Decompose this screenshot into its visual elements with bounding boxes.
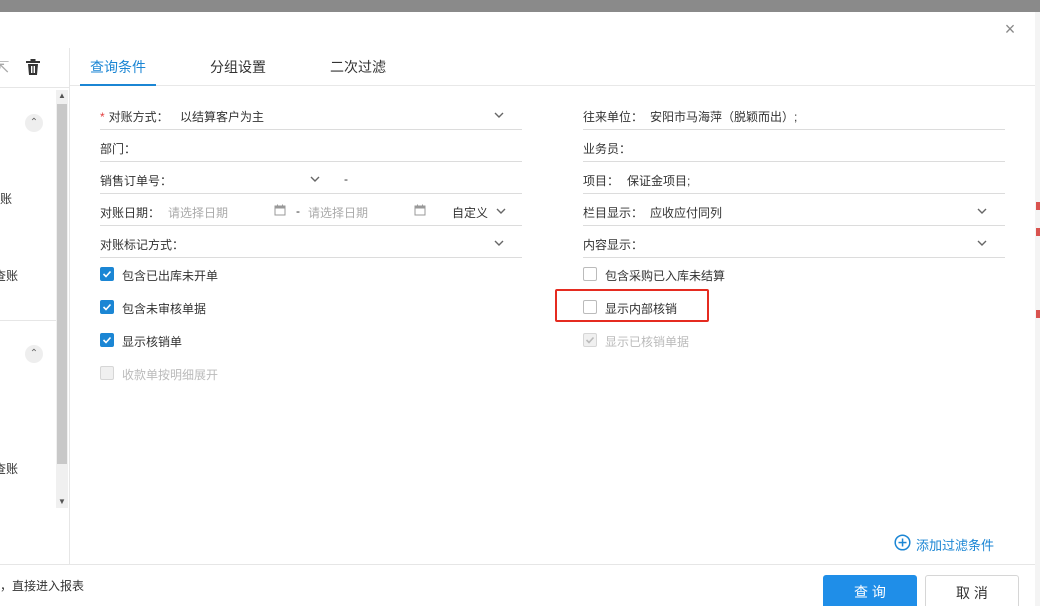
checkbox-label: 包含已出库未开单 — [122, 269, 219, 283]
plus-circle-icon[interactable] — [894, 534, 911, 551]
background-app-edge — [1035, 12, 1040, 606]
collapse-group-button[interactable]: ⌃ — [25, 345, 43, 363]
checkbox-label: 显示核销单 — [122, 335, 183, 349]
chevron-down-icon[interactable] — [977, 206, 987, 216]
checkbox-include-purchased-unsettled[interactable]: 包含采购已入库未结算 — [583, 266, 803, 284]
sales-order-separator: - — [344, 172, 348, 186]
start-date-input[interactable]: 请选择日期 — [168, 204, 228, 221]
salesperson-field[interactable]: 业务员： — [583, 134, 1005, 162]
checkbox-label: 收款单按明细展开 — [122, 368, 219, 382]
scheme-item[interactable]: 查账 — [0, 460, 18, 477]
chevron-down-icon[interactable] — [310, 174, 320, 184]
checkbox-include-unaudited[interactable]: 包含未审核单据 — [100, 299, 300, 317]
footer-note: ，直接进入报表 — [0, 579, 85, 593]
reconcile-method-label-text: 对账方式： — [108, 110, 169, 124]
scroll-up-icon[interactable]: ▲ — [56, 90, 68, 102]
dialog-footer: ，直接进入报表 查 询 取 消 — [0, 564, 1035, 606]
sidebar-toolbar: ⇱ — [0, 48, 70, 88]
reconcile-method-value: 以结算客户为主 — [180, 110, 265, 124]
chevron-down-icon[interactable] — [494, 110, 504, 120]
reconcile-method-label: * 对账方式： — [100, 108, 169, 125]
chevron-down-icon[interactable] — [494, 238, 504, 248]
department-label: 部门： — [100, 142, 137, 156]
chevron-down-icon[interactable] — [496, 206, 506, 216]
check-icon[interactable] — [100, 333, 114, 347]
scheme-sidebar: ⇱ ⌃ 账 查账 ⌃ 查账 ▲ ▼ — [0, 48, 70, 564]
check-icon[interactable] — [100, 267, 114, 281]
calendar-icon[interactable] — [274, 204, 286, 216]
chevron-down-icon[interactable] — [977, 238, 987, 248]
expand-icon[interactable]: ⇱ — [0, 58, 9, 77]
counterparty-label: 往来单位： — [583, 110, 644, 124]
sales-order-field[interactable]: 销售订单号： - — [100, 166, 522, 194]
mark-method-label: 对账标记方式： — [100, 238, 185, 252]
tab-bar: 查询条件 分组设置 二次过滤 — [70, 48, 1035, 86]
background-marker — [1036, 310, 1040, 318]
checkbox-label: 显示已核销单据 — [605, 335, 690, 349]
query-dialog: × ⇱ ⌃ 账 查账 ⌃ 查账 ▲ ▼ 查询条件 分组设置 二次过滤 * 对账方… — [0, 12, 1035, 606]
date-preset-select[interactable]: 自定义 — [452, 204, 488, 221]
background-marker — [1036, 202, 1040, 210]
sidebar-divider — [0, 320, 56, 321]
background-app-strip — [0, 0, 1040, 12]
end-date-input[interactable]: 请选择日期 — [308, 204, 368, 221]
checkbox-show-written-off-docs: 显示已核销单据 — [583, 332, 783, 350]
highlight-annotation — [555, 289, 709, 322]
sidebar-scrollbar[interactable]: ▲ ▼ — [56, 90, 68, 508]
required-mark: * — [100, 110, 105, 124]
checkbox-include-shipped-uninvoiced[interactable]: 包含已出库未开单 — [100, 266, 300, 284]
check-icon — [583, 333, 597, 347]
scrollbar-thumb[interactable] — [57, 104, 67, 464]
content-display-label: 内容显示： — [583, 238, 644, 252]
column-display-label: 栏目显示： — [583, 206, 644, 220]
sales-order-label: 销售订单号： — [100, 174, 173, 188]
close-icon[interactable]: × — [1001, 20, 1019, 38]
column-display-select[interactable]: 栏目显示： 应收应付同列 — [583, 198, 1005, 226]
query-button[interactable]: 查 询 — [823, 575, 917, 606]
mark-method-select[interactable]: 对账标记方式： — [100, 230, 522, 258]
checkbox-box[interactable] — [583, 267, 597, 281]
checkbox-label: 包含未审核单据 — [122, 302, 207, 316]
tab-secondary-filter[interactable]: 二次过滤 — [320, 48, 396, 86]
reconcile-date-field: 对账日期： 请选择日期 - 请选择日期 自定义 — [100, 198, 522, 226]
add-filter-label: 添加过滤条件 — [916, 538, 995, 553]
salesperson-label: 业务员： — [583, 142, 632, 156]
checkbox-label: 包含采购已入库未结算 — [605, 269, 726, 283]
trash-icon[interactable] — [24, 58, 42, 76]
content-display-select[interactable]: 内容显示： — [583, 230, 1005, 258]
calendar-icon[interactable] — [414, 204, 426, 216]
counterparty-field[interactable]: 往来单位： 安阳市马海萍（脱颖而出）; — [583, 102, 1005, 130]
cancel-button[interactable]: 取 消 — [925, 575, 1019, 606]
scheme-item[interactable]: 查账 — [0, 267, 18, 284]
column-display-value: 应收应付同列 — [650, 206, 723, 220]
tab-query-conditions[interactable]: 查询条件 — [80, 48, 156, 86]
checkbox-show-writeoff[interactable]: 显示核销单 — [100, 332, 300, 350]
reconcile-date-label: 对账日期： — [100, 206, 161, 220]
date-range-separator: - — [296, 204, 300, 218]
tab-group-settings[interactable]: 分组设置 — [200, 48, 276, 86]
department-select[interactable]: 部门： — [100, 134, 522, 162]
scheme-item[interactable]: 账 — [0, 190, 12, 207]
counterparty-value: 安阳市马海萍（脱颖而出）; — [650, 110, 798, 124]
scroll-down-icon[interactable]: ▼ — [56, 496, 68, 508]
check-icon[interactable] — [100, 300, 114, 314]
reconcile-method-select[interactable]: * 对账方式： 以结算客户为主 — [100, 102, 522, 130]
project-label: 项目： — [583, 174, 620, 188]
project-value: 保证金项目; — [627, 174, 691, 188]
checkbox-box — [100, 366, 114, 380]
checkbox-expand-receipts: 收款单按明细展开 — [100, 365, 300, 383]
background-marker — [1036, 228, 1040, 236]
collapse-group-button[interactable]: ⌃ — [25, 114, 43, 132]
project-field[interactable]: 项目： 保证金项目; — [583, 166, 1005, 194]
